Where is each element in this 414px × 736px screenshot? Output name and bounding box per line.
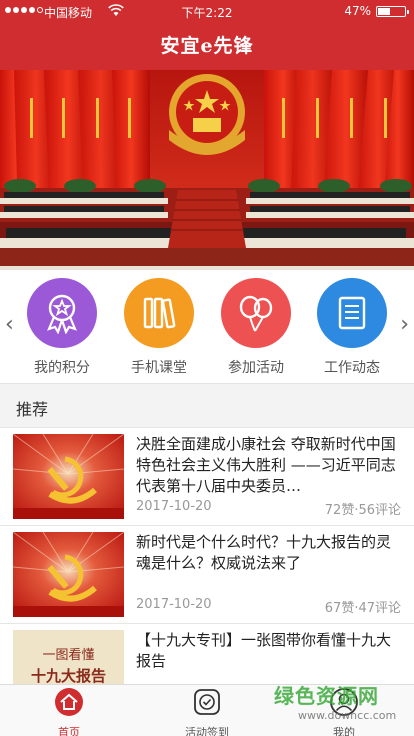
battery-level [378, 8, 390, 15]
quick-item-label: 工作动态 [324, 360, 380, 376]
quick-item-join-activity[interactable]: 参加活动 [216, 278, 296, 377]
tab-label: 我的 [333, 726, 355, 736]
user-icon [330, 688, 358, 716]
battery-percentage: 47% [344, 4, 371, 18]
party-emblem-icon [13, 532, 124, 617]
list-item[interactable]: 决胜全面建成小康社会 夺取新时代中国特色社会主义伟大胜利 ——习近平同志代表第十… [0, 428, 414, 526]
article-title: 决胜全面建成小康社会 夺取新时代中国特色社会主义伟大胜利 ——习近平同志代表第十… [136, 435, 396, 495]
page-title: 安宜e先锋 [160, 35, 254, 57]
quick-item-mobile-class[interactable]: 手机课堂 [119, 278, 199, 377]
congress-hall-photo [0, 70, 414, 270]
status-bar: 中国移动 下午2:22 47% [0, 0, 414, 22]
quick-item-label: 参加活动 [228, 360, 284, 376]
bottom-tab-bar: 首页 活动签到 我的 [0, 684, 414, 736]
award-ribbon-icon [27, 278, 97, 348]
banner-image[interactable] [0, 70, 414, 270]
tab-check-in[interactable]: 活动签到 [157, 687, 257, 736]
quick-item-work-news[interactable]: 工作动态 [312, 278, 392, 377]
list-item[interactable]: 新时代是个什么时代？十九大报告的灵魂是什么？权威说法来了 2017-10-20 … [0, 526, 414, 624]
quick-nav: ‹ 我的积分 手机课堂 参加活动 工作动态 › [0, 270, 414, 384]
app-header: 中国移动 下午2:22 47% 安宜e先锋 [0, 0, 414, 70]
article-thumbnail: 一图看懂 十九大报告 [13, 630, 124, 684]
article-date: 2017-10-20 [136, 499, 212, 514]
quick-item-my-points[interactable]: 我的积分 [22, 278, 102, 377]
battery-icon [376, 6, 409, 17]
tab-mine[interactable]: 我的 [294, 687, 394, 736]
article-title: 新时代是个什么时代？十九大报告的灵魂是什么？权威说法来了 [136, 533, 392, 572]
tab-label: 首页 [58, 726, 80, 736]
tab-home[interactable]: 首页 [19, 687, 119, 736]
thumbnail-caption: 十九大报告 [30, 667, 106, 684]
document-icon [317, 278, 387, 348]
balloons-icon [221, 278, 291, 348]
check-in-icon [194, 689, 220, 715]
thumbnail-caption: 一图看懂 [42, 648, 95, 663]
tab-label: 活动签到 [185, 726, 229, 736]
article-date: 2017-10-20 [136, 597, 212, 612]
party-emblem-icon [13, 434, 124, 519]
article-thumbnail [13, 532, 124, 617]
article-stats: 67赞·47评论 [324, 601, 401, 616]
books-icon [124, 278, 194, 348]
section-header-recommend: 推荐 [0, 384, 414, 428]
home-icon [55, 688, 83, 716]
article-list: 决胜全面建成小康社会 夺取新时代中国特色社会主义伟大胜利 ——习近平同志代表第十… [0, 428, 414, 684]
section-title: 推荐 [16, 400, 49, 419]
quick-item-label: 我的积分 [34, 360, 90, 376]
article-stats: 72赞·56评论 [324, 503, 401, 518]
list-item[interactable]: 一图看懂 十九大报告 【十九大专刊】一张图带你看懂十九大报告 [0, 624, 414, 684]
quick-item-label: 手机课堂 [131, 360, 187, 376]
article-thumbnail [13, 434, 124, 519]
chevron-right-icon[interactable]: › [400, 312, 409, 337]
chevron-left-icon[interactable]: ‹ [5, 312, 14, 337]
article-title: 【十九大专刊】一张图带你看懂十九大报告 [136, 631, 392, 670]
